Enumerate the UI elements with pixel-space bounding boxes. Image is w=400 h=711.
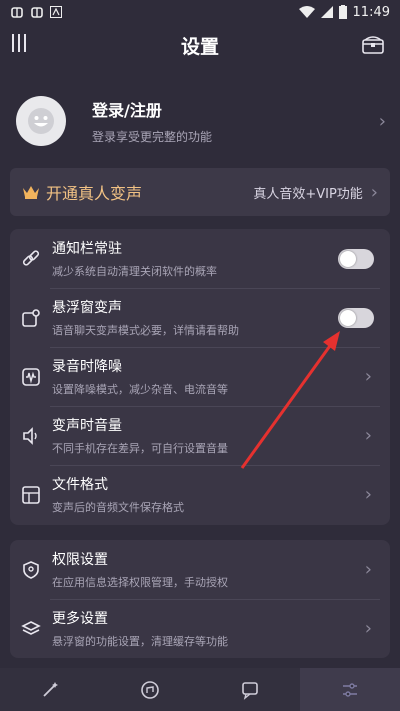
chevron-right-icon: ›: [378, 110, 386, 132]
setting-title: 权限设置: [52, 552, 108, 568]
setting-row-floating-window[interactable]: 悬浮窗变声 语音聊天变声模式必要，详情请看帮助: [10, 288, 390, 347]
setting-title: 录音时降噪: [52, 359, 122, 375]
crown-icon: [23, 186, 39, 199]
notification-toggle[interactable]: [338, 248, 374, 269]
tab-voice-changer[interactable]: [0, 668, 100, 711]
settings-sliders-icon: [343, 682, 357, 697]
floating-window-icon: [20, 307, 42, 329]
noise-reduction-icon: [20, 366, 42, 388]
vip-description: 真人音效+VIP功能: [253, 186, 363, 202]
login-title: 登录/注册: [92, 101, 162, 120]
setting-title: 更多设置: [52, 611, 108, 627]
setting-row-more[interactable]: 更多设置 悬浮窗的功能设置，清理缓存等功能 ›: [10, 599, 390, 658]
status-time: 11:49: [352, 4, 390, 20]
vip-banner[interactable]: 开通真人变声 真人音效+VIP功能 ›: [10, 168, 390, 216]
setting-title: 文件格式: [52, 477, 108, 493]
chevron-right-icon: ›: [364, 425, 372, 446]
speaker-icon: [20, 425, 42, 447]
file-format-icon: [20, 484, 42, 506]
status-bar: 11:49: [0, 0, 400, 24]
chevron-right-icon: ›: [364, 618, 372, 639]
chevron-right-icon: ›: [364, 484, 372, 505]
bug-icon: [11, 7, 23, 18]
page-title: 设置: [180, 35, 219, 58]
smiley-avatar-icon: [28, 108, 54, 134]
bottom-nav: [0, 668, 400, 711]
shield-icon: [20, 559, 42, 581]
setting-subtitle: 不同手机存在差异，可自行设置音量: [52, 442, 228, 455]
signal-icon: [320, 6, 333, 18]
avatar: [16, 96, 66, 146]
setting-row-permissions[interactable]: 权限设置 在应用信息选择权限管理，手动授权 ›: [10, 540, 390, 599]
tab-chat[interactable]: [200, 668, 300, 711]
setting-subtitle: 悬浮窗的功能设置，清理缓存等功能: [52, 635, 228, 648]
setting-subtitle: 减少系统自动清理关闭软件的概率: [52, 265, 217, 278]
setting-subtitle: 在应用信息选择权限管理，手动授权: [52, 576, 228, 589]
vip-title: 开通真人变声: [46, 184, 143, 203]
battery-icon: [338, 5, 347, 19]
chevron-right-icon: ›: [370, 181, 378, 203]
top-bar: 设置: [0, 24, 400, 66]
more-settings-card: 权限设置 在应用信息选择权限管理，手动授权 › 更多设置 悬浮窗的功能设置，清理…: [10, 540, 390, 658]
tab-settings[interactable]: [300, 668, 400, 711]
login-row[interactable]: 登录/注册 登录享受更完整的功能 ›: [16, 84, 386, 158]
setting-title: 变声时音量: [52, 418, 122, 434]
setting-title: 悬浮窗变声: [52, 300, 122, 316]
wifi-icon: [298, 6, 315, 18]
floating-window-toggle[interactable]: [338, 307, 374, 328]
chevron-right-icon: ›: [364, 559, 372, 580]
voice-pack-icon: [141, 680, 159, 699]
setting-row-noise-reduction[interactable]: 录音时降噪 设置降噪模式，减少杂音、电流音等 ›: [10, 347, 390, 406]
settings-card: 通知栏常驻 减少系统自动清理关闭软件的概率 悬浮窗变声 语音聊天变声模式必要，详…: [10, 229, 390, 525]
tab-voice-pack[interactable]: [100, 668, 200, 711]
layers-icon: [20, 618, 42, 640]
setting-row-notification[interactable]: 通知栏常驻 减少系统自动清理关闭软件的概率: [10, 229, 390, 288]
setting-subtitle: 设置降噪模式，减少杂音、电流音等: [52, 383, 228, 396]
link-icon: [20, 248, 42, 270]
bug-icon: [31, 7, 43, 18]
chevron-right-icon: ›: [364, 366, 372, 387]
login-subtitle: 登录享受更完整的功能: [92, 130, 213, 144]
setting-title: 通知栏常驻: [52, 241, 122, 257]
setting-row-volume[interactable]: 变声时音量 不同手机存在差异，可自行设置音量 ›: [10, 406, 390, 465]
setting-subtitle: 变声后的音频文件保存格式: [52, 501, 184, 514]
menu-icon[interactable]: [12, 34, 28, 54]
notification-a-icon: [50, 6, 62, 18]
setting-subtitle: 语音聊天变声模式必要，详情请看帮助: [52, 324, 239, 337]
chat-icon: [242, 681, 258, 700]
treasure-chest-icon[interactable]: [362, 36, 384, 54]
setting-row-file-format[interactable]: 文件格式 变声后的音频文件保存格式 ›: [10, 465, 390, 524]
magic-wand-icon: [43, 681, 58, 697]
